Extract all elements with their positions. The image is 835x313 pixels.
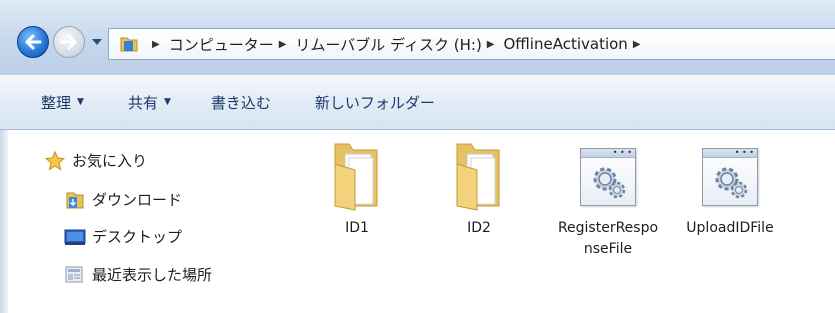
breadcrumb-separator-icon[interactable]: ▶ — [487, 39, 495, 50]
file-name: UploadIDFile — [686, 220, 774, 236]
organize-button[interactable]: 整理 ▼ — [41, 92, 84, 113]
folder-icon — [120, 37, 138, 52]
nav-item-label: お気に入り — [72, 152, 148, 170]
file-item-register-response-file[interactable]: • • • RegisterResponseFile — [553, 140, 663, 260]
burn-button[interactable]: 書き込む — [211, 92, 271, 113]
file-name: RegisterResponseFile — [557, 220, 659, 257]
breadcrumb-separator-icon[interactable]: ▶ — [152, 39, 160, 50]
new-folder-button[interactable]: 新しいフォルダー — [315, 92, 435, 113]
gear-icon — [715, 167, 748, 199]
favorites-star-icon — [44, 150, 66, 171]
new-folder-label: 新しいフォルダー — [314, 93, 435, 112]
nav-item-label: ダウンロード — [92, 191, 183, 209]
share-button[interactable]: 共有 ▼ — [128, 92, 171, 113]
file-item-upload-id-file[interactable]: • • • UploadIDFile — [675, 140, 785, 239]
file-name: ID1 — [345, 220, 369, 236]
breadcrumb-offline-activation[interactable]: OfflineActivation — [504, 35, 628, 53]
forward-arrow-icon — [60, 34, 77, 50]
application-window-frame: • • • — [702, 148, 758, 206]
command-bar: 整理 ▼ 共有 ▼ 書き込む 新しいフォルダー — [0, 74, 835, 130]
chevron-down-icon: ▼ — [77, 97, 84, 107]
chevron-down-icon — [92, 39, 102, 45]
address-breadcrumb[interactable]: ▶ コンピューター ▶ リムーバブル ディスク (H:) ▶ OfflineAc… — [108, 28, 835, 60]
breadcrumb-separator-icon[interactable]: ▶ — [279, 39, 287, 50]
navigation-pane-edge — [0, 130, 8, 313]
application-window-frame: • • • — [580, 148, 636, 206]
share-label: 共有 — [127, 93, 158, 112]
gear-icon — [593, 167, 626, 199]
recent-pages-dropdown[interactable] — [90, 34, 104, 50]
nav-item-label: デスクトップ — [92, 228, 183, 246]
nav-item-label: 最近表示した場所 — [92, 266, 213, 284]
application-icon: • • • — [698, 140, 762, 212]
application-icon: • • • — [576, 140, 640, 212]
downloads-folder-icon — [64, 191, 86, 209]
nav-item-downloads[interactable]: ダウンロード — [64, 189, 182, 210]
organize-label: 整理 — [41, 93, 72, 112]
address-bar-region: ▶ コンピューター ▶ リムーバブル ディスク (H:) ▶ OfflineAc… — [0, 0, 835, 74]
breadcrumb-computer[interactable]: コンピューター — [169, 34, 274, 55]
folder-icon — [447, 140, 511, 212]
breadcrumb-separator-icon[interactable]: ▶ — [633, 39, 641, 50]
nav-item-recent-places[interactable]: 最近表示した場所 — [64, 264, 212, 285]
back-arrow-icon — [25, 34, 42, 50]
nav-item-desktop[interactable]: デスクトップ — [64, 226, 182, 247]
file-item-id1[interactable]: ID1 — [302, 140, 412, 239]
file-name: ID2 — [467, 220, 491, 236]
forward-button[interactable] — [53, 26, 85, 58]
desktop-icon — [64, 228, 86, 246]
burn-label: 書き込む — [210, 93, 271, 112]
recent-places-icon — [64, 266, 86, 284]
chevron-down-icon: ▼ — [163, 97, 171, 107]
back-button[interactable] — [17, 26, 49, 58]
folder-icon — [325, 140, 389, 212]
nav-item-favorites[interactable]: お気に入り — [44, 150, 147, 171]
file-item-id2[interactable]: ID2 — [424, 140, 534, 239]
breadcrumb-removable-disk[interactable]: リムーバブル ディスク (H:) — [295, 34, 481, 55]
